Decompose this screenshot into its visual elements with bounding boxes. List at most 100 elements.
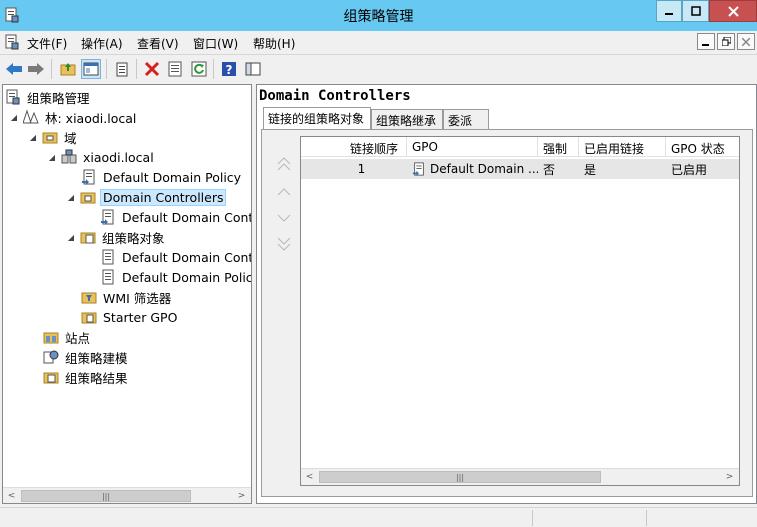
- cell-link-enabled: 是: [584, 162, 597, 177]
- move-to-top-icon: [277, 157, 291, 171]
- tree-node-results[interactable]: 组策略结果: [43, 367, 130, 387]
- gpo-icon: [102, 269, 114, 285]
- collapse-arrow-icon[interactable]: ◢: [9, 113, 19, 122]
- ou-folder-icon: [80, 192, 96, 204]
- tree-label: 域: [64, 130, 77, 146]
- delete-button[interactable]: [142, 59, 162, 79]
- maximize-button[interactable]: [682, 0, 709, 22]
- show-tree-button[interactable]: [81, 59, 101, 79]
- scroll-right-icon[interactable]: >: [233, 488, 250, 503]
- table-row[interactable]: 1 Default Domain ... 否 是 已启用: [301, 159, 739, 179]
- scroll-left-icon[interactable]: <: [301, 469, 318, 485]
- collapse-arrow-icon[interactable]: ◢: [66, 193, 76, 202]
- menu-help[interactable]: 帮助(H): [253, 35, 295, 52]
- export-button[interactable]: [112, 59, 132, 79]
- tree-node-domain-controllers[interactable]: ◢ Domain Controllers: [66, 187, 227, 207]
- tree-node-forest[interactable]: ◢ 林: xiaodi.local: [9, 107, 138, 127]
- tree-label: 站点: [65, 330, 91, 346]
- toolbar-separator: [213, 59, 214, 79]
- close-button[interactable]: [709, 0, 757, 22]
- tree-node-modeling[interactable]: 组策略建模: [43, 347, 130, 367]
- cell-link-order: 1: [357, 162, 366, 176]
- scroll-left-icon[interactable]: <: [3, 488, 20, 503]
- gpo-link-icon: [82, 169, 95, 185]
- tree-node-gpo-container[interactable]: ◢ 组策略对象: [66, 227, 167, 247]
- gpmc-window: 组策略管理 文件(F) 操作(A) 查看(V) 窗口(W) 帮助(H) ? 组策…: [0, 0, 757, 527]
- collapse-arrow-icon[interactable]: ◢: [28, 133, 38, 142]
- toolbar: ?: [0, 54, 757, 82]
- forward-button[interactable]: [26, 59, 46, 79]
- child-close-button[interactable]: [737, 33, 755, 50]
- status-bar: [0, 507, 757, 527]
- tree-node-wmi-filters[interactable]: WMI 筛选器: [81, 287, 173, 307]
- cell-gpo-status: 已启用: [671, 162, 708, 177]
- details-pane: Domain Controllers 链接的组策略对象 组策略继承 委派 链接顺…: [256, 84, 757, 504]
- child-window-controls: [697, 33, 755, 50]
- tab-linked-gpos[interactable]: 链接的组策略对象: [263, 107, 371, 129]
- column-header-link-enabled[interactable]: 已启用链接: [579, 137, 666, 157]
- collapse-arrow-icon[interactable]: ◢: [66, 233, 76, 242]
- properties-button[interactable]: [165, 59, 185, 79]
- list-horizontal-scrollbar[interactable]: < ||| >: [301, 468, 739, 485]
- toolbar-separator: [136, 59, 137, 79]
- back-button[interactable]: [4, 59, 24, 79]
- column-header-enforced[interactable]: 强制: [538, 137, 579, 157]
- list-header: 链接顺序 GPO 强制 已启用链接 GPO 状态: [301, 137, 739, 157]
- tree-horizontal-scrollbar[interactable]: < ||| >: [3, 487, 251, 503]
- scroll-right-icon[interactable]: >: [721, 469, 738, 485]
- child-restore-button[interactable]: [717, 33, 735, 50]
- refresh-button[interactable]: [189, 59, 209, 79]
- toolbar-separator: [51, 59, 52, 79]
- scrollbar-thumb[interactable]: |||: [21, 490, 191, 502]
- move-down-icon: [277, 214, 291, 222]
- move-down-button[interactable]: [276, 210, 292, 226]
- collapse-arrow-icon[interactable]: ◢: [47, 153, 57, 162]
- move-up-button[interactable]: [276, 184, 292, 200]
- domains-folder-icon: [42, 132, 58, 144]
- scrollbar-thumb[interactable]: |||: [319, 471, 601, 483]
- toolbar-separator: [106, 59, 107, 79]
- gpo-link-icon: [412, 162, 424, 176]
- linked-gpo-list[interactable]: 链接顺序 GPO 强制 已启用链接 GPO 状态 1 Default Domai…: [300, 136, 740, 486]
- tree-node-gpo-ddp[interactable]: Default Domain Policy: [100, 267, 252, 287]
- help-button[interactable]: ?: [219, 59, 239, 79]
- tab-inheritance[interactable]: 组策略继承: [371, 109, 443, 129]
- title-bar[interactable]: 组策略管理: [0, 0, 757, 31]
- move-to-top-button[interactable]: [276, 156, 292, 172]
- menu-view[interactable]: 查看(V): [137, 35, 179, 52]
- tree-node-domain[interactable]: ◢ xiaodi.local: [47, 147, 156, 167]
- tree-node-dc-gpo-link[interactable]: Default Domain Contr: [100, 207, 251, 227]
- menu-window[interactable]: 窗口(W): [193, 35, 238, 52]
- tree-node-gpo-dc[interactable]: Default Domain Contr: [100, 247, 251, 267]
- domain-icon: [61, 149, 77, 164]
- console-icon: [245, 62, 261, 76]
- tree-node-root[interactable]: 组策略管理: [5, 87, 92, 107]
- child-window-icon[interactable]: [4, 34, 20, 50]
- tab-delegation[interactable]: 委派: [443, 109, 489, 129]
- tree-node-sites[interactable]: 站点: [43, 327, 92, 347]
- console-tree[interactable]: 组策略管理 ◢ 林: xiaodi.local ◢ 域 ◢ xiaodi.loc…: [2, 84, 252, 504]
- move-to-bottom-icon: [277, 237, 291, 251]
- tree-label: 组策略建模: [65, 350, 128, 366]
- menu-file[interactable]: 文件(F): [27, 35, 67, 52]
- refresh-icon: [191, 61, 207, 77]
- minimize-button[interactable]: [656, 0, 682, 22]
- move-to-bottom-button[interactable]: [276, 236, 292, 252]
- console-button[interactable]: [243, 59, 263, 79]
- tree-label: Starter GPO: [103, 309, 178, 325]
- tree-node-starter-gpo[interactable]: Starter GPO: [81, 307, 179, 327]
- tree-node-domains[interactable]: ◢ 域: [28, 127, 79, 147]
- tree-node-default-domain-policy-link[interactable]: Default Domain Policy: [81, 167, 243, 187]
- modeling-icon: [43, 350, 59, 364]
- tree-label: Domain Controllers: [100, 188, 227, 206]
- column-header-gpo[interactable]: GPO: [407, 137, 538, 157]
- up-folder-button[interactable]: [58, 59, 78, 79]
- menu-action[interactable]: 操作(A): [81, 35, 123, 52]
- tab-content: 链接顺序 GPO 强制 已启用链接 GPO 状态 1 Default Domai…: [261, 129, 753, 497]
- column-header-gpo-status[interactable]: GPO 状态: [666, 137, 739, 157]
- column-header-link-order[interactable]: 链接顺序: [301, 137, 407, 157]
- cell-gpo-name: Default Domain ...: [430, 162, 538, 176]
- gpmc-icon: [6, 89, 20, 105]
- child-minimize-button[interactable]: [697, 33, 715, 50]
- tree-label: Default Domain Policy: [122, 269, 252, 285]
